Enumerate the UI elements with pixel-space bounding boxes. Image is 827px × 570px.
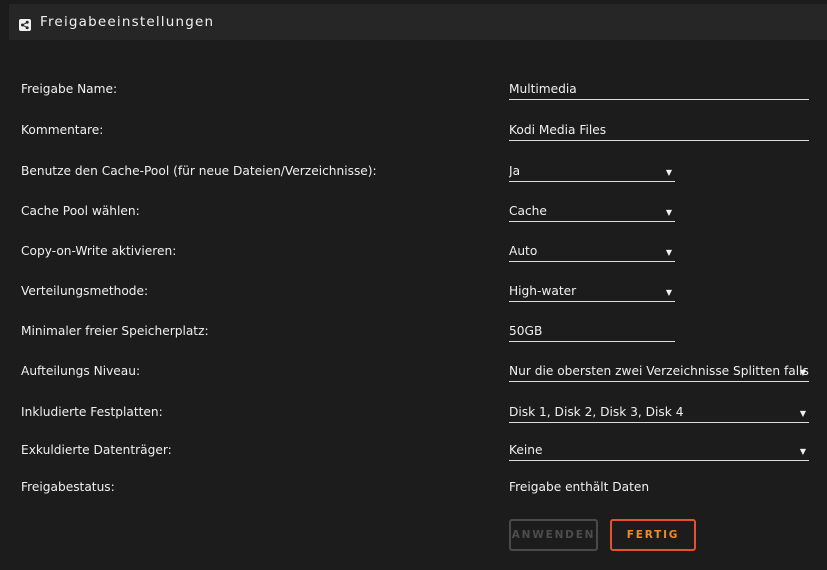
form-row-excluded-disks: Exkuldierte Datenträger: Keine ▼ bbox=[0, 439, 827, 467]
allocation-method-label: Verteilungsmethode: bbox=[21, 284, 149, 298]
share-status-label: Freigabestatus: bbox=[21, 480, 115, 494]
chevron-down-icon: ▼ bbox=[665, 288, 672, 297]
chevron-down-icon: ▼ bbox=[665, 168, 672, 177]
allocation-method-select[interactable]: High-water ▼ bbox=[509, 280, 675, 302]
share-name-label: Freigabe Name: bbox=[21, 82, 118, 96]
min-free-space-label: Minimaler freier Speicherplatz: bbox=[21, 324, 209, 338]
split-level-select[interactable]: Nur die obersten zwei Verzeichnisse Spli… bbox=[509, 360, 809, 382]
use-cache-label: Benutze den Cache-Pool (für neue Dateien… bbox=[21, 164, 377, 178]
form-row-split-level: Aufteilungs Niveau: Nur die obersten zwe… bbox=[0, 360, 827, 388]
comments-input[interactable]: Kodi Media Files bbox=[509, 119, 809, 141]
excluded-disks-select[interactable]: Keine ▼ bbox=[509, 439, 809, 461]
chevron-down-icon: ▼ bbox=[799, 368, 806, 377]
form-row-cache-pool: Cache Pool wählen: Cache ▼ bbox=[0, 200, 827, 228]
form-row-share-status: Freigabestatus: Freigabe enthält Daten bbox=[0, 476, 827, 504]
form-row-share-name: Freigabe Name: Multimedia bbox=[0, 78, 827, 106]
done-button[interactable]: FERTIG bbox=[610, 519, 696, 551]
form-row-allocation-method: Verteilungsmethode: High-water ▼ bbox=[0, 280, 827, 308]
share-icon bbox=[19, 16, 31, 31]
form-row-copy-on-write: Copy-on-Write aktivieren: Auto ▼ bbox=[0, 240, 827, 268]
included-disks-select[interactable]: Disk 1, Disk 2, Disk 3, Disk 4 ▼ bbox=[509, 401, 809, 423]
panel-header: Freigabeeinstellungen bbox=[9, 4, 827, 40]
copy-on-write-label: Copy-on-Write aktivieren: bbox=[21, 244, 177, 258]
excluded-disks-label: Exkuldierte Datenträger: bbox=[21, 443, 172, 457]
use-cache-select[interactable]: Ja ▼ bbox=[509, 160, 675, 182]
form-row-included-disks: Inkludierte Festplatten: Disk 1, Disk 2,… bbox=[0, 401, 827, 429]
share-name-input[interactable]: Multimedia bbox=[509, 78, 809, 100]
cache-pool-select[interactable]: Cache ▼ bbox=[509, 200, 675, 222]
chevron-down-icon: ▼ bbox=[799, 409, 806, 418]
copy-on-write-select[interactable]: Auto ▼ bbox=[509, 240, 675, 262]
page-title: Freigabeeinstellungen bbox=[40, 14, 215, 30]
included-disks-label: Inkludierte Festplatten: bbox=[21, 405, 163, 419]
apply-button[interactable]: ANWENDEN bbox=[509, 519, 598, 551]
form-row-use-cache: Benutze den Cache-Pool (für neue Dateien… bbox=[0, 160, 827, 188]
min-free-space-input[interactable]: 50GB bbox=[509, 320, 675, 342]
form-row-min-free-space: Minimaler freier Speicherplatz: 50GB bbox=[0, 320, 827, 348]
cache-pool-label: Cache Pool wählen: bbox=[21, 204, 140, 218]
share-status-value: Freigabe enthält Daten bbox=[509, 480, 650, 494]
comments-label: Kommentare: bbox=[21, 123, 104, 137]
split-level-label: Aufteilungs Niveau: bbox=[21, 364, 141, 378]
chevron-down-icon: ▼ bbox=[665, 208, 672, 217]
chevron-down-icon: ▼ bbox=[665, 248, 672, 257]
form-row-comments: Kommentare: Kodi Media Files bbox=[0, 119, 827, 147]
chevron-down-icon: ▼ bbox=[799, 447, 806, 456]
